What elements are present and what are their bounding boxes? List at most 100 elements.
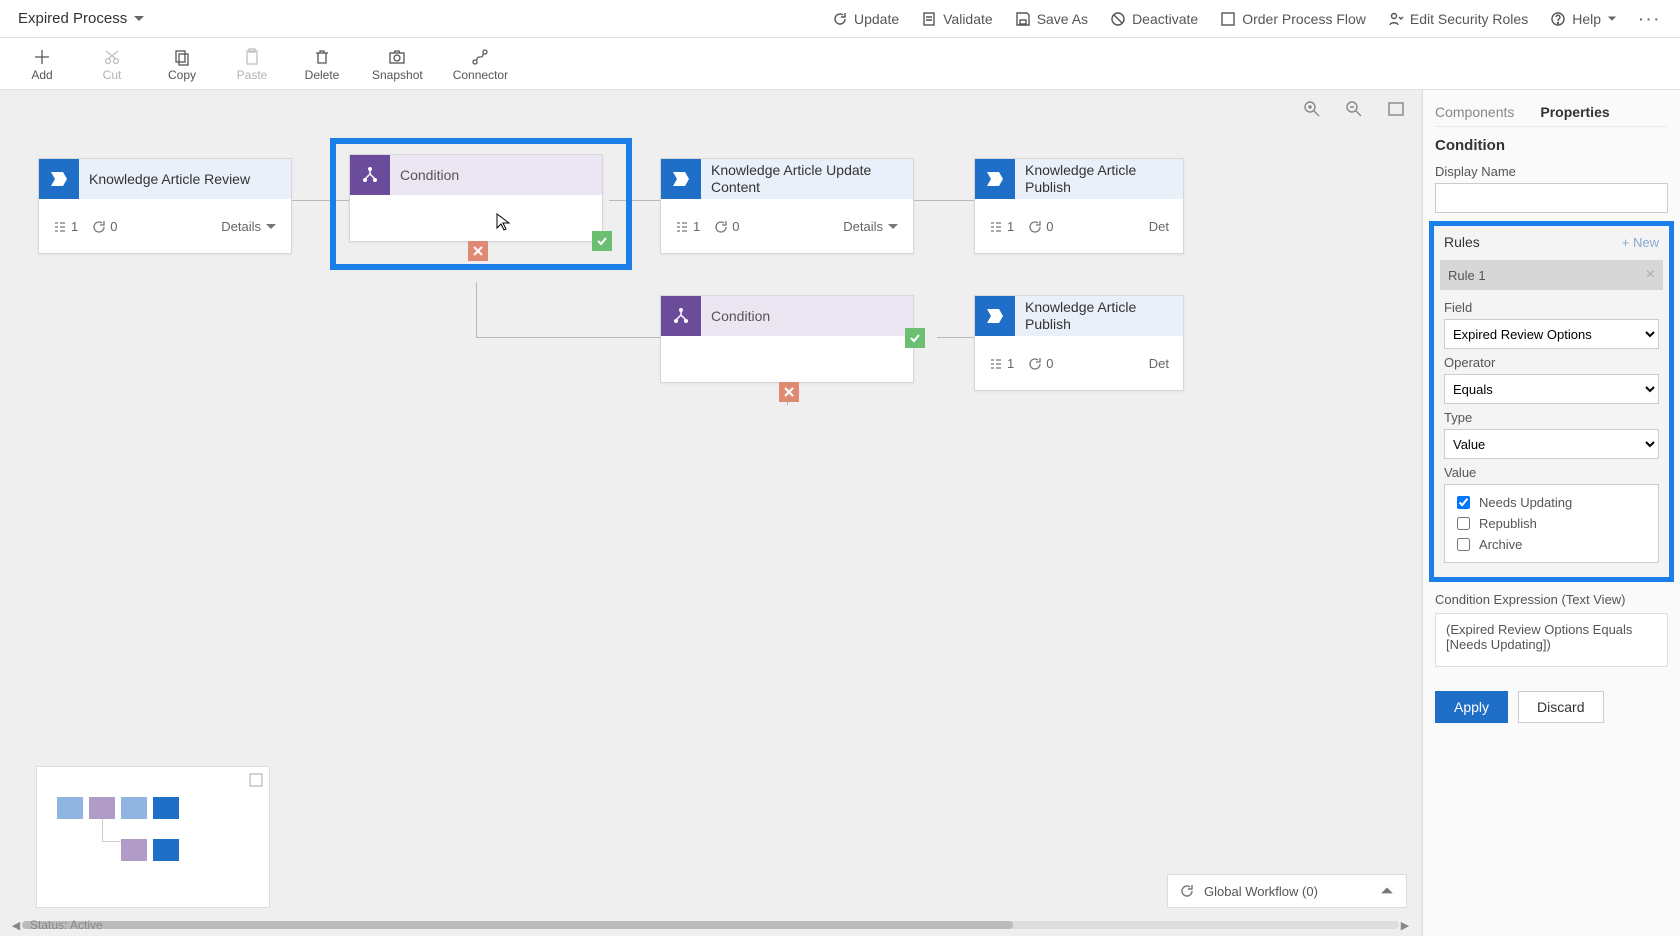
condition-node[interactable]: Condition [660, 295, 914, 383]
scroll-left-icon[interactable]: ◀ [10, 919, 22, 932]
panel-section-title: Condition [1435, 137, 1668, 154]
condition-true-icon [905, 328, 925, 348]
paste-icon [243, 48, 261, 66]
delete-tool[interactable]: Delete [302, 48, 342, 82]
save-as-button[interactable]: Save As [1015, 11, 1088, 27]
condition-title: Condition [701, 296, 913, 336]
rule-header[interactable]: Rule 1 × [1440, 260, 1663, 290]
delete-icon [313, 48, 331, 66]
condition-false-icon [779, 382, 799, 402]
value-label: Value [1444, 465, 1659, 480]
condition-icon [361, 166, 379, 184]
validate-button[interactable]: Validate [921, 11, 993, 27]
fit-screen-icon [1387, 100, 1405, 118]
operator-select[interactable]: Equals [1444, 374, 1659, 404]
plus-icon [33, 48, 51, 66]
snapshot-tool[interactable]: Snapshot [372, 48, 423, 82]
steps-count: 1 [675, 219, 700, 234]
display-name-input[interactable] [1435, 183, 1668, 213]
rules-label: Rules [1444, 234, 1480, 250]
details-toggle[interactable]: Details [843, 219, 899, 234]
expand-icon[interactable] [249, 773, 263, 787]
cycles-count: 0 [714, 219, 739, 234]
condition-title: Condition [390, 155, 602, 195]
details-toggle[interactable]: Det [1149, 356, 1169, 371]
value-option-republish[interactable]: Republish [1453, 514, 1650, 533]
stage-icon [671, 169, 691, 189]
chevron-down-icon [133, 13, 145, 25]
expression-label: Condition Expression (Text View) [1435, 592, 1668, 607]
cycles-count: 0 [1028, 219, 1053, 234]
condition-icon [672, 307, 690, 325]
value-option-archive[interactable]: Archive [1453, 535, 1650, 554]
operator-label: Operator [1444, 355, 1659, 370]
cut-icon [103, 48, 121, 66]
chevron-up-icon [1380, 884, 1394, 898]
condition-false-icon [468, 241, 488, 261]
steps-count: 1 [53, 219, 78, 234]
stage-node[interactable]: Knowledge Article Publish 1 0 Det [974, 158, 1184, 254]
value-option-needs-updating[interactable]: Needs Updating [1453, 493, 1650, 512]
paste-tool[interactable]: Paste [232, 48, 272, 82]
zoom-out-button[interactable] [1343, 98, 1365, 120]
zoom-out-icon [1345, 100, 1363, 118]
cut-tool[interactable]: Cut [92, 48, 132, 82]
horizontal-scrollbar[interactable]: ◀ ▶ [10, 918, 1411, 932]
close-rule-icon[interactable]: × [1646, 266, 1655, 284]
details-toggle[interactable]: Details [221, 219, 277, 234]
refresh-icon [1180, 884, 1194, 898]
scrollbar-thumb[interactable] [22, 921, 1013, 929]
help-button[interactable]: Help [1550, 11, 1617, 27]
minimap[interactable] [36, 766, 270, 908]
tab-components[interactable]: Components [1435, 98, 1514, 126]
scroll-right-icon[interactable]: ▶ [1399, 919, 1411, 932]
stage-title: Knowledge Article Update Content [701, 159, 913, 199]
security-roles-icon [1388, 11, 1404, 27]
display-name-label: Display Name [1435, 164, 1668, 179]
connector-icon [471, 48, 489, 66]
camera-icon [388, 48, 406, 66]
type-select[interactable]: Value [1444, 429, 1659, 459]
global-workflow-panel[interactable]: Global Workflow (0) [1167, 874, 1407, 908]
copy-icon [173, 48, 191, 66]
save-as-icon [1015, 11, 1031, 27]
edit-security-roles-button[interactable]: Edit Security Roles [1388, 11, 1528, 27]
type-label: Type [1444, 410, 1659, 425]
stage-icon [985, 306, 1005, 326]
connector-tool[interactable]: Connector [453, 48, 508, 82]
stage-title: Knowledge Article Publish [1015, 159, 1183, 199]
tab-properties[interactable]: Properties [1540, 98, 1609, 126]
stage-node[interactable]: Knowledge Article Update Content 1 0 Det… [660, 158, 914, 254]
field-label: Field [1444, 300, 1659, 315]
order-process-flow-button[interactable]: Order Process Flow [1220, 11, 1366, 27]
process-name-dropdown[interactable]: Expired Process [18, 10, 145, 27]
apply-button[interactable]: Apply [1435, 691, 1508, 723]
fit-screen-button[interactable] [1385, 98, 1407, 120]
deactivate-button[interactable]: Deactivate [1110, 11, 1198, 27]
field-select[interactable]: Expired Review Options [1444, 319, 1659, 349]
condition-node[interactable]: Condition [349, 154, 603, 242]
steps-count: 1 [989, 219, 1014, 234]
cycles-count: 0 [92, 219, 117, 234]
details-toggle[interactable]: Det [1149, 219, 1169, 234]
stage-icon [985, 169, 1005, 189]
zoom-in-icon [1303, 100, 1321, 118]
stage-icon [49, 169, 69, 189]
stage-node[interactable]: Knowledge Article Publish 1 0 Det [974, 295, 1184, 391]
stage-title: Knowledge Article Review [79, 159, 291, 199]
status-text: Status: Active [30, 918, 103, 932]
more-actions-button[interactable]: ··· [1639, 11, 1662, 27]
process-name-label: Expired Process [18, 10, 127, 27]
stage-title: Knowledge Article Publish [1015, 296, 1183, 336]
add-tool[interactable]: Add [22, 48, 62, 82]
help-icon [1550, 11, 1566, 27]
update-button[interactable]: Update [832, 11, 899, 27]
new-rule-button[interactable]: + New [1622, 235, 1659, 250]
discard-button[interactable]: Discard [1518, 691, 1603, 723]
copy-tool[interactable]: Copy [162, 48, 202, 82]
chevron-down-icon [1607, 14, 1617, 24]
expression-text: (Expired Review Options Equals [Needs Up… [1435, 613, 1668, 667]
refresh-icon [832, 11, 848, 27]
stage-node[interactable]: Knowledge Article Review 1 0 Details [38, 158, 292, 254]
zoom-in-button[interactable] [1301, 98, 1323, 120]
